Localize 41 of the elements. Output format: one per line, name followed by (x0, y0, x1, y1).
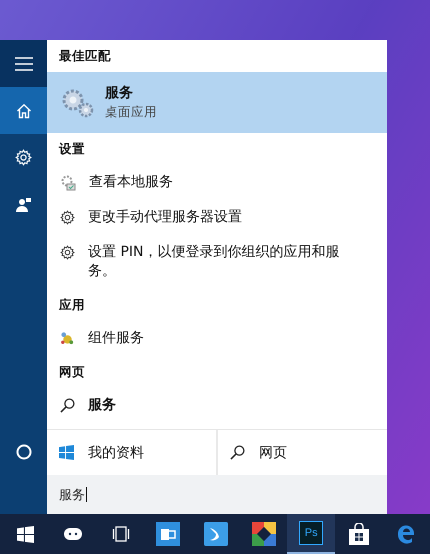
app-icon (156, 522, 180, 546)
person-icon (16, 196, 32, 212)
result-item[interactable]: 查看本地服务 (47, 165, 387, 200)
photoshop-taskbar-button[interactable]: Ps (287, 514, 335, 554)
windows-logo-icon (59, 445, 74, 460)
task-view-icon (110, 526, 131, 542)
menu-button[interactable] (0, 40, 47, 87)
best-match-item[interactable]: 服务 桌面应用 (47, 72, 387, 133)
result-item[interactable]: 服务 (47, 388, 387, 423)
gear-icon (60, 245, 75, 260)
home-icon (16, 102, 32, 118)
home-button[interactable] (0, 87, 47, 134)
item-label: 设置 PIN，以便登录到你组织的应用和服务。 (88, 243, 340, 281)
chat-bubble-icon (64, 528, 82, 540)
item-label: 组件服务 (88, 329, 144, 348)
color-app-icon (252, 522, 276, 546)
circle-icon (16, 444, 32, 460)
shopping-bag-icon (348, 523, 369, 545)
result-item[interactable]: 组件服务 (47, 321, 387, 356)
item-label: 查看本地服务 (89, 173, 173, 192)
photoshop-app-icon: Ps (299, 521, 324, 545)
search-field[interactable]: 服务 (47, 475, 387, 514)
settings-icon (15, 149, 32, 166)
search-icon (230, 445, 245, 460)
result-item[interactable]: 设置 PIN，以便登录到你组织的应用和服务。 (47, 235, 387, 289)
gear-icon (60, 210, 75, 225)
result-item[interactable]: 更改手动代理服务器设置 (47, 200, 387, 235)
services-icon (60, 175, 76, 191)
search-icon (60, 398, 75, 413)
section-heading: 设置 (58, 140, 86, 158)
bird-app-icon (204, 522, 228, 546)
menu-icon (14, 56, 32, 70)
component-icon (60, 331, 75, 346)
section-heading: 应用 (58, 296, 86, 314)
item-label: 更改手动代理服务器设置 (88, 208, 242, 227)
item-title: 服务 (105, 84, 134, 102)
windows-logo-icon (17, 526, 34, 542)
section-heading: 网页 (58, 363, 86, 381)
section-heading: 最佳匹配 (58, 47, 112, 65)
item-label: 服务 (88, 396, 116, 415)
item-subtitle: 桌面应用 (105, 104, 157, 121)
